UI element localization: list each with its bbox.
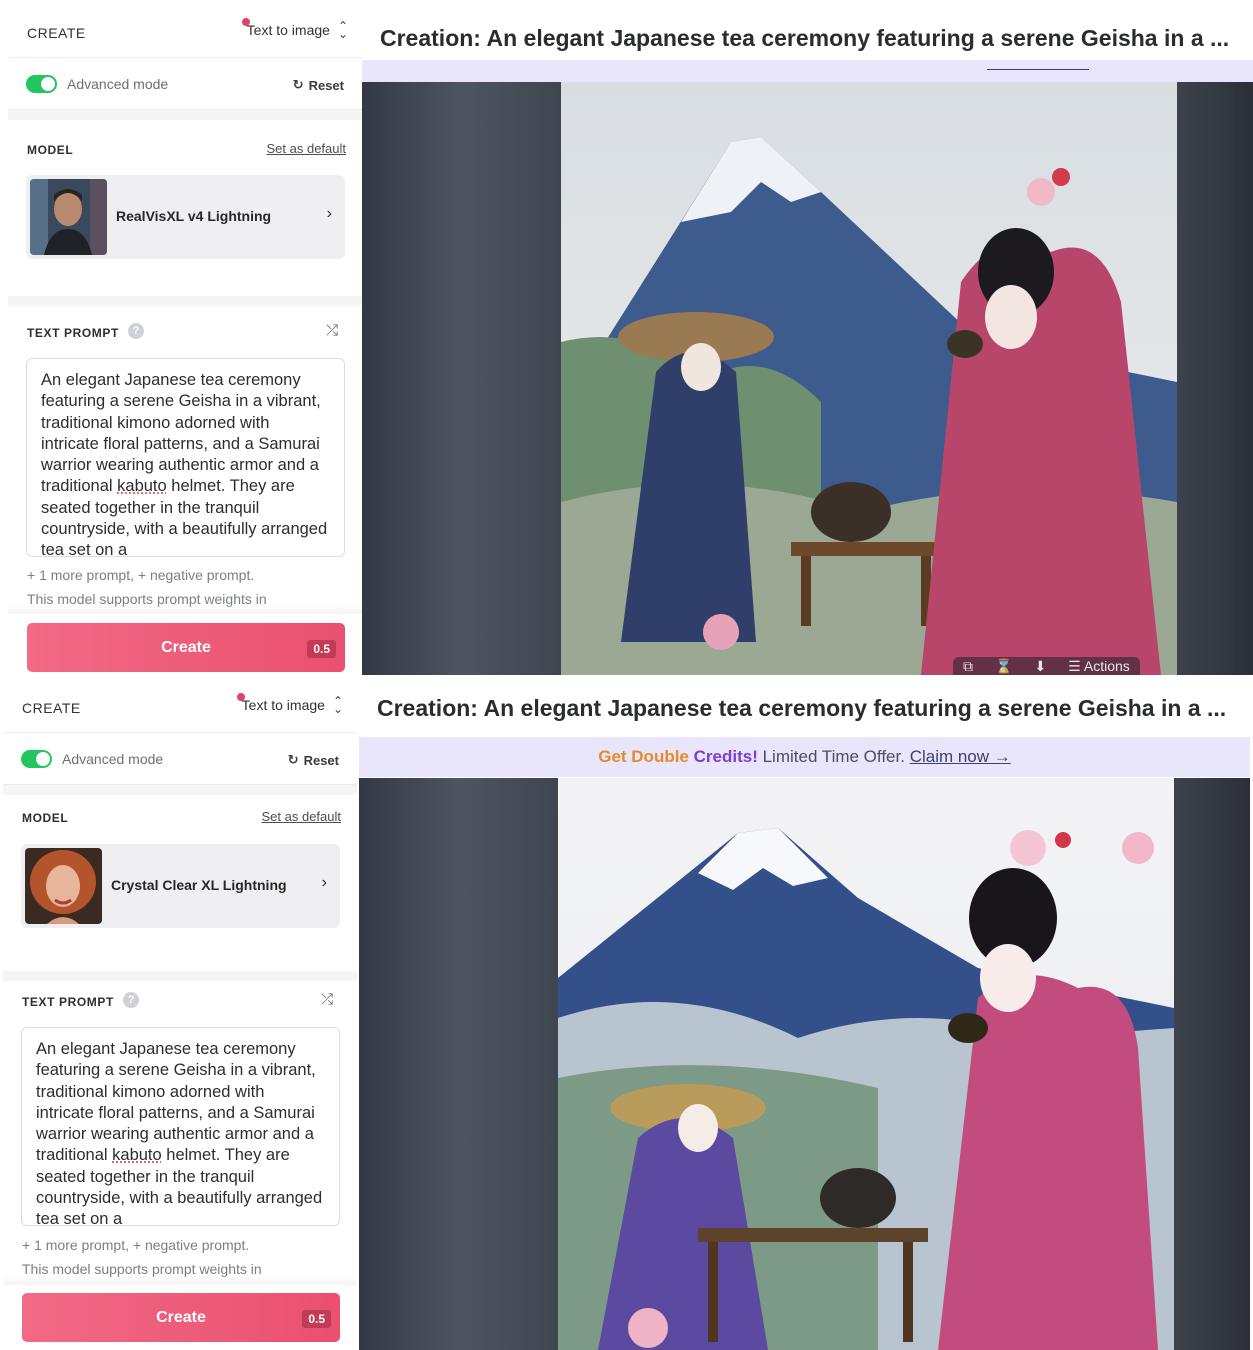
scroll-fade bbox=[8, 604, 362, 614]
chevron-updown-icon: ⌃ ⌄ bbox=[332, 694, 343, 716]
claim-now-link-partial[interactable] bbox=[987, 60, 1089, 70]
create-sidebar: CREATE Text to image ⌃ ⌄ Advanced mode ↻ … bbox=[3, 675, 357, 1350]
refresh-icon: ↻ bbox=[287, 752, 299, 767]
claim-now-link[interactable]: Claim now → bbox=[910, 747, 1011, 766]
mode-select-value: Text to image bbox=[241, 697, 325, 713]
prompt-textarea[interactable]: An elegant Japanese tea ceremony featuri… bbox=[26, 358, 345, 557]
page-title: Creation: An elegant Japanese tea ceremo… bbox=[380, 25, 1230, 51]
reset-label: Reset bbox=[303, 752, 339, 768]
create-button[interactable]: Create 0.5 bbox=[22, 1293, 340, 1342]
promo-text: Limited Time Offer. bbox=[762, 747, 905, 766]
create-button-label: Create bbox=[161, 639, 211, 656]
blurred-backdrop-right bbox=[1174, 778, 1250, 1350]
credit-cost-badge: 0.5 bbox=[302, 1310, 331, 1328]
prompt-text-misspelt: kabuto bbox=[112, 1146, 162, 1165]
more-prompts-link[interactable]: + 1 more prompt, + negative prompt. bbox=[22, 1237, 249, 1253]
create-header: CREATE Text to image ⌃ ⌄ bbox=[3, 675, 357, 733]
promo-banner bbox=[362, 60, 1253, 82]
image-viewer bbox=[359, 778, 1250, 1350]
blurred-backdrop-left bbox=[359, 778, 558, 1350]
help-icon[interactable]: ? bbox=[128, 323, 144, 339]
advanced-mode-row: Advanced mode ↻ Reset bbox=[3, 733, 357, 785]
advanced-mode-label: Advanced mode bbox=[62, 751, 164, 767]
panel-crystal-clear: CREATE Text to image ⌃ ⌄ Advanced mode ↻ … bbox=[0, 675, 1253, 1350]
prompt-text-misspelt: kabuto bbox=[117, 477, 167, 496]
promo-banner: Get Double Credits! Limited Time Offer. … bbox=[359, 737, 1250, 777]
creation-view: Creation: An elegant Japanese tea ceremo… bbox=[359, 675, 1253, 1350]
prompt-textarea[interactable]: An elegant Japanese tea ceremony featuri… bbox=[21, 1027, 340, 1226]
advanced-mode-toggle[interactable] bbox=[26, 75, 57, 93]
comparison-screenshot: CREATE Text to image ⌃ ⌄ Advanced mode ↻ … bbox=[0, 0, 1253, 1350]
model-name: RealVisXL v4 Lightning bbox=[116, 208, 272, 224]
chevron-right-icon: › bbox=[321, 874, 327, 891]
image-actions-bar: ⧉ ⌛ ⬇ ☰ Actions bbox=[953, 657, 1140, 675]
promo-highlight-1: Get Double bbox=[598, 747, 689, 766]
shuffle-icon[interactable]: ⤮ bbox=[326, 322, 338, 339]
create-label: CREATE bbox=[27, 25, 86, 41]
model-picker[interactable]: RealVisXL v4 Lightning › bbox=[26, 175, 345, 259]
advanced-mode-row: Advanced mode ↻ Reset bbox=[8, 58, 362, 110]
more-prompts-link[interactable]: + 1 more prompt, + negative prompt. bbox=[27, 567, 254, 583]
panel-realvis: CREATE Text to image ⌃ ⌄ Advanced mode ↻ … bbox=[0, 0, 1253, 675]
toggle-knob bbox=[36, 752, 50, 766]
model-picker[interactable]: Crystal Clear XL Lightning › bbox=[21, 844, 340, 928]
notification-dot bbox=[241, 18, 250, 26]
reset-label: Reset bbox=[308, 77, 344, 93]
actions-menu[interactable]: ☰ Actions bbox=[1068, 658, 1130, 675]
hourglass-icon[interactable]: ⌛ bbox=[995, 658, 1012, 675]
prompt-section-label: TEXT PROMPT bbox=[27, 326, 119, 340]
notification-dot bbox=[236, 693, 245, 701]
set-default-link[interactable]: Set as default bbox=[267, 141, 347, 156]
chevron-right-icon: › bbox=[326, 205, 332, 222]
mode-select[interactable]: Text to image ⌃ ⌄ bbox=[241, 18, 348, 41]
create-button-label: Create bbox=[156, 1309, 206, 1326]
credit-cost-badge: 0.5 bbox=[307, 640, 336, 658]
promo-highlight-2: Credits! bbox=[693, 747, 758, 766]
help-icon[interactable]: ? bbox=[123, 992, 139, 1008]
prompt-section-label: TEXT PROMPT bbox=[22, 995, 114, 1009]
reset-button[interactable]: ↻ Reset bbox=[293, 77, 344, 93]
set-default-link[interactable]: Set as default bbox=[262, 809, 342, 824]
toggle-knob bbox=[41, 77, 55, 91]
list-icon: ☰ bbox=[1068, 657, 1081, 674]
generated-image[interactable] bbox=[558, 778, 1174, 1350]
copy-icon[interactable]: ⧉ bbox=[963, 658, 973, 675]
create-header: CREATE Text to image ⌃ ⌄ bbox=[8, 0, 362, 58]
generated-image[interactable]: ⧉ ⌛ ⬇ ☰ Actions bbox=[561, 82, 1177, 675]
model-name: Crystal Clear XL Lightning bbox=[111, 877, 287, 893]
model-section-label: MODEL bbox=[22, 811, 69, 825]
model-section-label: MODEL bbox=[27, 143, 74, 157]
create-label: CREATE bbox=[22, 700, 81, 716]
chevron-updown-icon: ⌃ ⌄ bbox=[337, 19, 348, 41]
reset-button[interactable]: ↻ Reset bbox=[288, 752, 339, 768]
model-thumbnail bbox=[30, 179, 107, 255]
create-sidebar: CREATE Text to image ⌃ ⌄ Advanced mode ↻ … bbox=[8, 0, 362, 675]
advanced-mode-toggle[interactable] bbox=[21, 750, 52, 768]
blurred-backdrop-left bbox=[362, 82, 561, 675]
blurred-backdrop-right bbox=[1177, 82, 1253, 675]
page-title: Creation: An elegant Japanese tea ceremo… bbox=[377, 695, 1227, 721]
scroll-fade bbox=[3, 1275, 357, 1285]
download-icon[interactable]: ⬇ bbox=[1034, 658, 1046, 675]
mode-select[interactable]: Text to image ⌃ ⌄ bbox=[236, 693, 343, 716]
create-button[interactable]: Create 0.5 bbox=[27, 623, 345, 672]
actions-label: Actions bbox=[1083, 657, 1130, 674]
shuffle-icon[interactable]: ⤮ bbox=[321, 991, 333, 1008]
image-viewer: ⧉ ⌛ ⬇ ☰ Actions bbox=[362, 82, 1253, 675]
advanced-mode-label: Advanced mode bbox=[67, 76, 169, 92]
model-thumbnail bbox=[25, 848, 102, 924]
creation-view: Creation: An elegant Japanese tea ceremo… bbox=[362, 0, 1253, 675]
mode-select-value: Text to image bbox=[246, 22, 330, 38]
refresh-icon: ↻ bbox=[292, 77, 304, 92]
